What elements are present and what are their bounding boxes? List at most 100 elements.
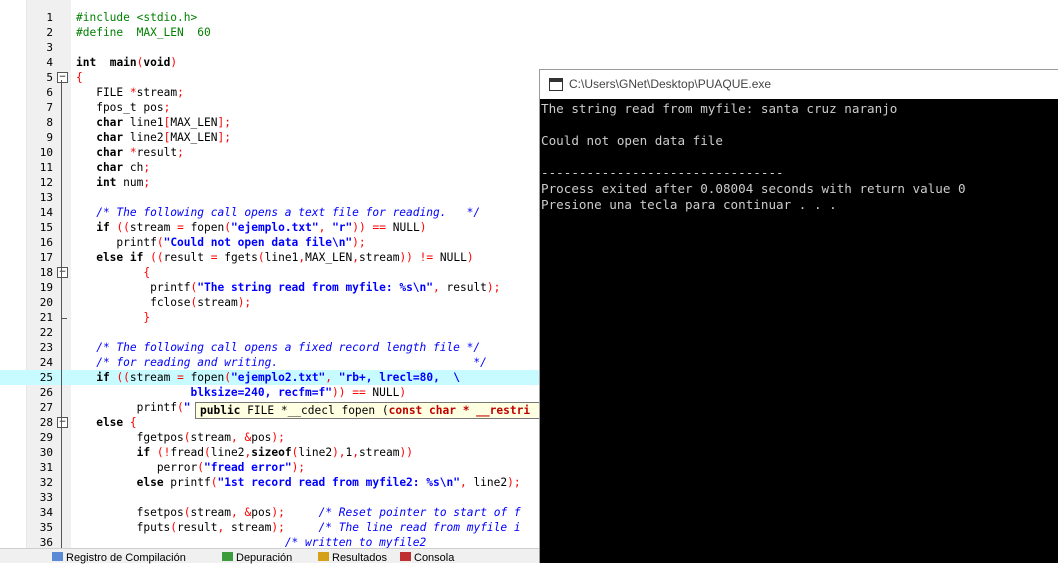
code-token: /* for reading and writing. */ [76, 356, 487, 369]
tab-results[interactable]: Resultados [318, 551, 388, 564]
fold-toggle-icon[interactable]: − [57, 72, 68, 83]
code-token: ( [183, 431, 191, 444]
console-titlebar[interactable]: C:\Users\GNet\Desktop\PUAQUE.exe [540, 70, 1058, 99]
code-token: , [230, 506, 238, 519]
code-token: fgets [217, 251, 258, 264]
code-token: ( [224, 221, 231, 234]
code-text: char ch; [76, 160, 150, 175]
line-number: 33 [39, 491, 53, 504]
code-text: else if ((result = fgets(line1,MAX_LEN,s… [76, 250, 474, 265]
code-text: perror("fread error"); [76, 460, 305, 475]
console-app-icon [549, 78, 563, 91]
code-token: main [109, 56, 137, 69]
line-number: 26 [39, 386, 53, 399]
code-text: if ((stream = fopen("ejemplo.txt", "r"))… [76, 220, 426, 235]
tab-compile-log[interactable]: Registro de Compilación [52, 551, 186, 564]
code-line[interactable]: 3 [0, 40, 1058, 55]
code-token: " [183, 401, 191, 414]
tab-console[interactable]: Consola [400, 551, 454, 564]
code-line[interactable]: 4 int main(void) [0, 55, 1058, 70]
code-text: if (!fread(line2,sizeof(line2),1,stream)… [76, 445, 413, 460]
line-number: 14 [39, 206, 53, 219]
code-line[interactable]: 1 #include <stdio.h> [0, 10, 1058, 25]
code-token: ), [332, 446, 346, 459]
code-token: "rb+, lrecl=80, \ [338, 371, 461, 384]
code-token: ; [143, 176, 151, 189]
code-token: ; [163, 101, 171, 114]
code-token: ) [170, 56, 178, 69]
code-token: { [129, 416, 137, 429]
code-token: ch [123, 161, 144, 174]
line-number: 9 [46, 131, 53, 144]
code-token: = [177, 371, 184, 384]
code-text: fgetpos(stream, &pos); [76, 430, 285, 445]
code-token: NULL [386, 221, 420, 234]
code-token: ); [237, 296, 252, 309]
code-token: char [76, 146, 124, 159]
code-token: == [372, 221, 386, 234]
code-token: line2 [298, 446, 333, 459]
line-number: 29 [39, 431, 53, 444]
code-token: if [76, 371, 110, 384]
code-token: "Could not open data file\n" [163, 236, 353, 249]
code-line[interactable]: 2 #define MAX_LEN 60 [0, 25, 1058, 40]
fold-guide-block1 [61, 275, 62, 318]
code-token: MAX_LEN [170, 116, 218, 129]
code-token: stream [129, 221, 178, 234]
line-number: 17 [39, 251, 53, 264]
console-window[interactable]: C:\Users\GNet\Desktop\PUAQUE.exe The str… [539, 69, 1058, 563]
tab-results-label: Resultados [332, 552, 388, 564]
code-token: result [163, 251, 211, 264]
code-token: #define MAX_LEN 60 [76, 26, 211, 39]
code-token: )) [399, 251, 413, 264]
code-token: line1 [264, 251, 299, 264]
tab-debug-label: Depuración [236, 552, 293, 564]
tooltip-keyword: public [200, 404, 241, 417]
fold-toggle-icon[interactable]: − [57, 267, 68, 278]
line-number: 5 [46, 71, 53, 84]
code-token: stream [129, 371, 178, 384]
tooltip-param-rest: * __restri [455, 404, 531, 417]
fold-toggle-icon[interactable]: − [57, 417, 68, 428]
tab-debug[interactable]: Depuración [222, 551, 293, 564]
code-token: ) [466, 251, 474, 264]
line-number: 8 [46, 116, 53, 129]
code-token: blksize=240, recfm=f" [190, 386, 332, 399]
code-token: line2 [123, 131, 164, 144]
code-token: * [129, 146, 137, 159]
code-token: ); [271, 431, 285, 444]
console-output[interactable]: The string read from myfile: santa cruz … [541, 99, 1058, 563]
line-number: 20 [39, 296, 53, 309]
tab-compile-log-label: Registro de Compilación [66, 552, 186, 564]
console-line: Presione una tecla para continuar . . . [541, 197, 837, 212]
console-line: Could not open data file [541, 133, 723, 148]
tooltip-param-type: const char [388, 404, 456, 417]
function-signature-tooltip: public FILE *__cdecl fopen (const char *… [195, 402, 555, 419]
code-token: sizeof [251, 446, 292, 459]
code-token: num [116, 176, 144, 189]
line-number: 19 [39, 281, 53, 294]
code-token: fopen [183, 221, 225, 234]
code-token: ); [271, 506, 285, 519]
code-text: printf("Could not open data file\n"); [76, 235, 366, 250]
code-token: "r" [332, 221, 353, 234]
code-token: ); [352, 236, 366, 249]
line-number: 18 [39, 266, 53, 279]
code-token: pos [251, 431, 272, 444]
code-token: int [76, 56, 97, 69]
code-token: stream [190, 431, 231, 444]
code-text: int num; [76, 175, 150, 190]
code-token: pos [251, 506, 272, 519]
code-text: char line1[MAX_LEN]; [76, 115, 231, 130]
code-text: /* The following call opens a fixed reco… [76, 340, 480, 355]
code-token: printf [76, 236, 157, 249]
code-token: MAX_LEN [170, 131, 218, 144]
code-token: line2 [466, 476, 508, 489]
code-token: } [143, 311, 151, 324]
code-token: ]; [217, 131, 231, 144]
console-tab-icon [400, 552, 411, 561]
